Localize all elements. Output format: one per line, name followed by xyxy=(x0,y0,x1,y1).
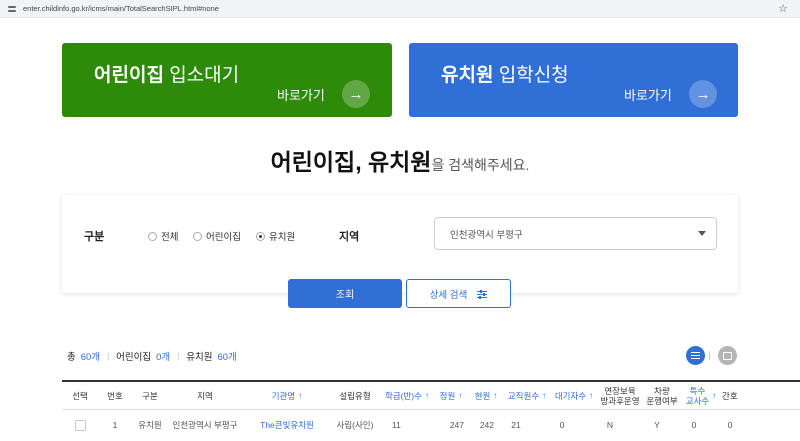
region-label: 지역 xyxy=(339,231,360,243)
heading-light: 을 검색해주세요. xyxy=(431,157,530,173)
url-text[interactable]: enter.childinfo.go.kr/icms/main/TotalSea… xyxy=(23,4,219,13)
type-label: 구분 xyxy=(84,231,105,243)
cell-staff: 21 xyxy=(511,420,521,430)
col-est: 설립유형 xyxy=(339,391,371,401)
sort-arrow-icon[interactable]: ↑ xyxy=(458,391,462,401)
col-last: 간호 xyxy=(722,391,738,401)
site-settings-icon[interactable] xyxy=(7,4,17,14)
sort-arrow-icon[interactable]: ↑ xyxy=(425,391,429,401)
col-capacity[interactable]: 정원 ↑ xyxy=(434,382,468,410)
arrow-right-icon[interactable]: → xyxy=(689,80,717,108)
arrow-right-icon[interactable]: → xyxy=(342,80,370,108)
cell-extended: N xyxy=(606,420,614,430)
cell-vehicle: Y xyxy=(654,420,660,430)
region-select-value: 인천광역시 부평구 xyxy=(450,230,523,241)
daycare-banner-title: 어린이집 입소대기 xyxy=(94,65,240,86)
radio-daycare[interactable]: 어린이집 xyxy=(193,229,241,243)
radio-circle-selected[interactable] xyxy=(256,231,265,241)
col-extended: 연장보육 방과후운영 xyxy=(600,386,640,406)
col-type: 구분 xyxy=(142,391,158,401)
results-table-header: 선택 번호 구분 지역 기관명 ↑ 설립유형 학급(반)수 ↑ 정원 ↑ 현원 ↑ 교직… xyxy=(62,380,800,410)
col-select: 선택 xyxy=(72,391,88,401)
row-checkbox[interactable] xyxy=(74,419,86,431)
col-current[interactable]: 현원 ↑ xyxy=(468,382,504,410)
sort-arrow-icon[interactable]: ↑ xyxy=(298,391,302,401)
col-classes[interactable]: 학급(반)수 ↑ xyxy=(382,382,432,410)
col-waiting[interactable]: 대기자수 ↑ xyxy=(550,382,598,410)
col-vehicle: 차량 운행여부 xyxy=(646,386,678,406)
cell-type: 유치원 xyxy=(138,420,162,430)
kindergarten-go-label[interactable]: 바로가기 xyxy=(624,85,672,104)
col-no: 번호 xyxy=(107,391,123,401)
row-checkbox-cell[interactable] xyxy=(62,411,98,439)
detail-search-button[interactable]: 상세 검색 xyxy=(406,279,511,308)
sort-arrow-icon[interactable]: ↑ xyxy=(712,391,716,401)
cell-capacity: 247 xyxy=(449,420,464,430)
filter-sliders-icon xyxy=(477,289,488,298)
browser-address-bar[interactable]: enter.childinfo.go.kr/icms/main/TotalSea… xyxy=(0,0,800,18)
daycare-go-label[interactable]: 바로가기 xyxy=(277,85,325,104)
result-summary: 총 60개 | 어린이집 0개 | 유치원 60개 xyxy=(67,351,237,364)
bookmark-star-icon[interactable]: ☆ xyxy=(778,2,788,16)
daycare-waitlist-banner[interactable]: 어린이집 입소대기 바로가기 → xyxy=(62,43,392,117)
map-view-icon[interactable] xyxy=(718,346,737,365)
col-special[interactable]: 특수 교사수 ↑ xyxy=(682,382,720,410)
kindergarten-apply-banner[interactable]: 유치원 입학신청 바로가기 → xyxy=(409,43,738,117)
col-staff[interactable]: 교직원수 ↑ xyxy=(504,382,550,410)
heading-strong: 어린이집, 유치원 xyxy=(270,149,432,175)
cell-name-link[interactable]: The큰빛유치원 xyxy=(242,411,332,439)
sort-arrow-icon[interactable]: ↑ xyxy=(493,391,497,401)
cell-current: 242 xyxy=(479,420,494,430)
cell-special: 0 xyxy=(691,420,697,430)
cell-region: 인천광역시 부평구 xyxy=(172,420,238,430)
cell-no: 1 xyxy=(112,420,118,430)
kindergarten-banner-title: 유치원 입학신청 xyxy=(441,65,569,86)
radio-kindergarten[interactable]: 유치원 xyxy=(256,229,295,243)
col-name[interactable]: 기관명 ↑ xyxy=(242,382,332,410)
sort-arrow-icon[interactable]: ↑ xyxy=(542,391,546,401)
search-button[interactable]: 조회 xyxy=(288,279,402,308)
cell-est: 사립(사인) xyxy=(336,420,374,430)
radio-all[interactable]: 전체 xyxy=(148,229,178,243)
region-select[interactable]: 인천광역시 부평구 xyxy=(434,217,717,250)
caret-down-icon xyxy=(698,231,706,236)
cell-classes: 11 xyxy=(392,420,401,430)
sort-arrow-icon[interactable]: ↑ xyxy=(589,391,593,401)
cell-waiting: 0 xyxy=(559,420,565,430)
page-heading: 어린이집, 유치원을 검색해주세요. xyxy=(0,143,800,177)
table-row[interactable]: 1 유치원 인천광역시 부평구 The큰빛유치원 사립(사인) 11 247 2… xyxy=(62,411,800,439)
col-region: 지역 xyxy=(197,391,213,401)
list-view-icon[interactable] xyxy=(686,346,705,365)
radio-circle[interactable] xyxy=(148,231,157,241)
divider xyxy=(709,351,710,360)
radio-circle[interactable] xyxy=(193,231,202,241)
cell-last: 0 xyxy=(727,420,733,430)
